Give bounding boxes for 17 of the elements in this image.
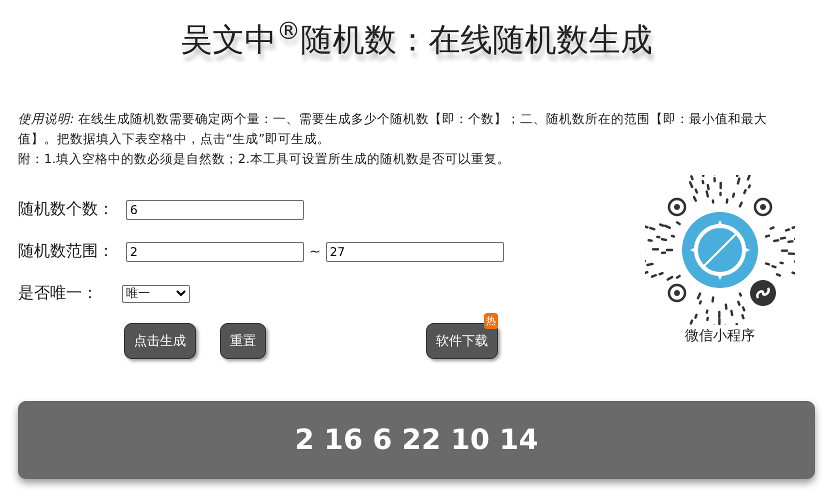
mini-program-caption: 微信小程序 (685, 326, 755, 345)
page-title: 吴文中$^{®}$随机数：在线随机数生成 (180, 16, 654, 61)
action-button[interactable]: 点击生成 (124, 322, 196, 359)
instruction-text: 附：1.填入空格中的数必须是自然数；2.本工具可设置所生成的随机数是否可以重复。 (18, 150, 511, 168)
count-label: 随机数个数： (18, 199, 115, 220)
range-label: 随机数范围： (18, 241, 115, 262)
range-separator: ~ (309, 244, 321, 260)
chevron-down-icon (176, 290, 186, 298)
hot-badge: 热 (484, 312, 498, 329)
min-input[interactable]: 2 (126, 242, 304, 262)
action-button[interactable]: 重置 (220, 322, 266, 359)
unique-select[interactable]: 唯一 (122, 284, 190, 303)
instruction-text: 使用说明: 在线生成随机数需要确定两个量：一、需要生成多少个随机数【即：个数】；二、随机数所在的范围【即：最小值和最大值】。把数据填入下表空格中，点击“生成”即可生成。 (18, 110, 768, 148)
count-input[interactable]: 6 (126, 200, 304, 220)
unique-label: 是否唯一： (18, 283, 99, 304)
result-numbers: 2 16 6 22 10 14 (294, 423, 538, 456)
max-input[interactable]: 27 (326, 242, 504, 262)
